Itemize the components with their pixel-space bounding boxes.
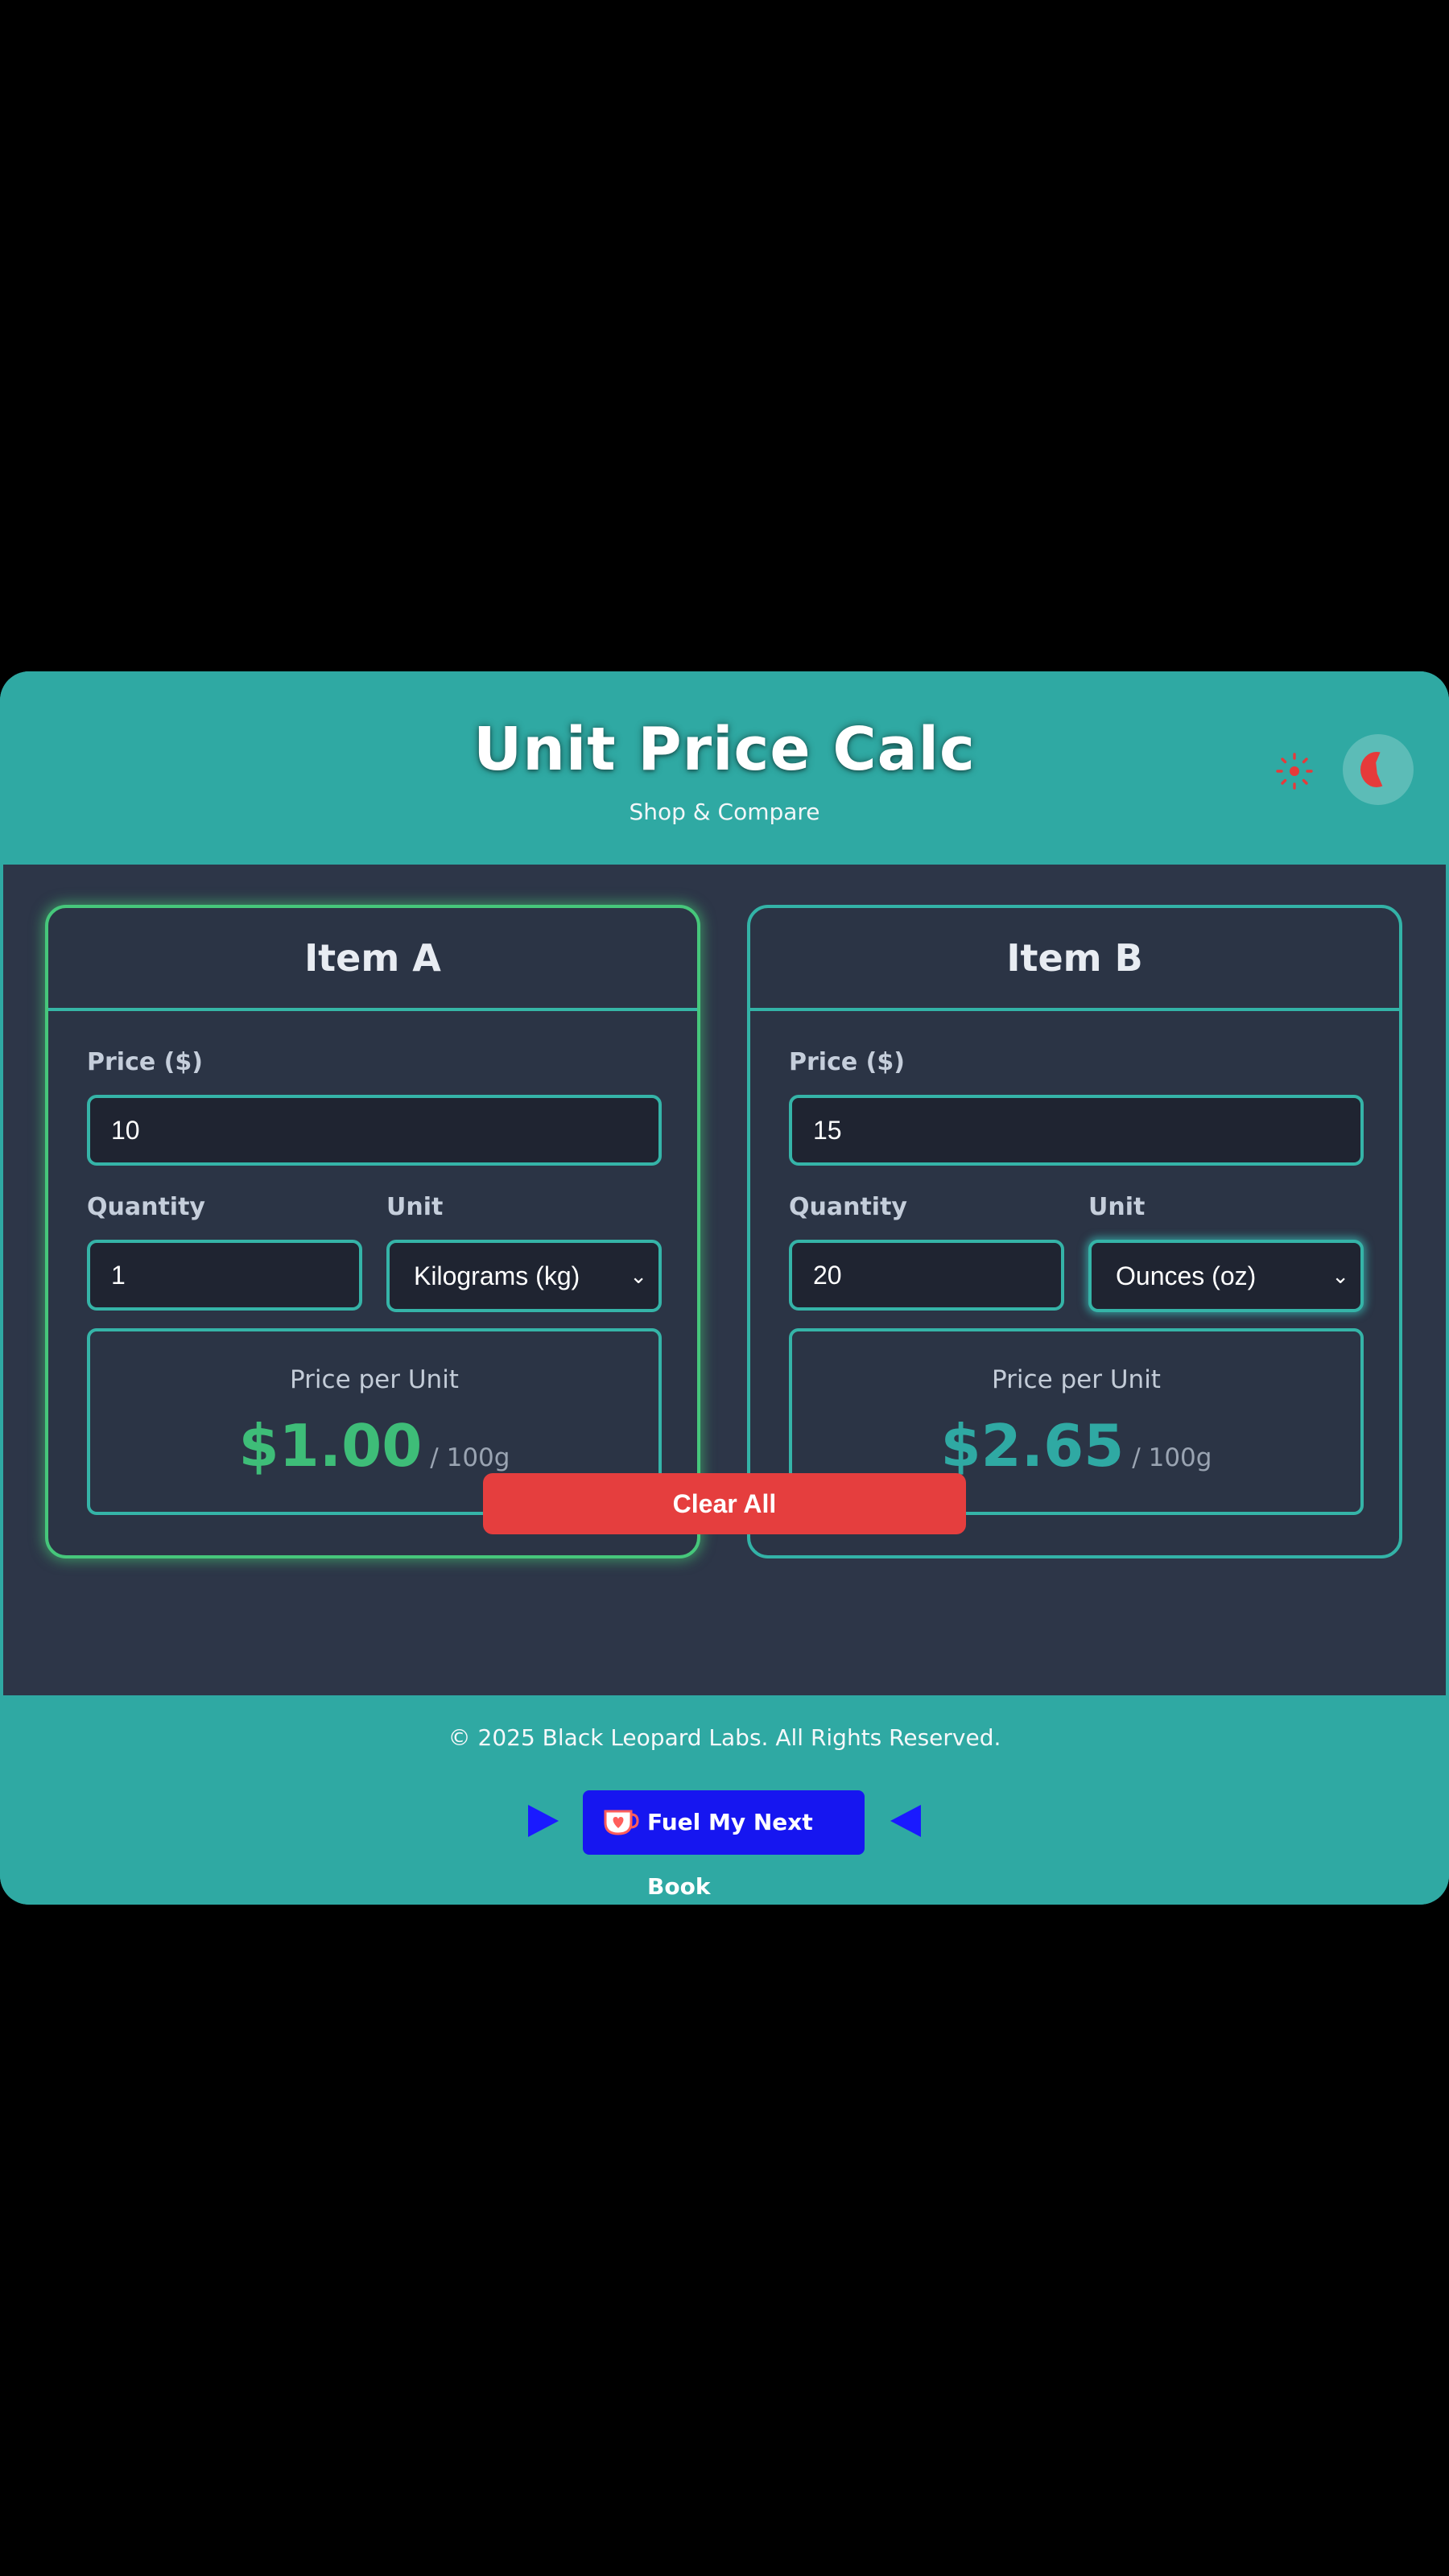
copyright-text: © 2025 Black Leopard Labs. All Rights Re…	[448, 1724, 1001, 1751]
calculator-panel: Item A Price ($) 10 Quantity 1 Unit Kilo…	[3, 865, 1446, 1695]
item-b-result: $2.65/ 100g	[792, 1412, 1360, 1480]
item-a-unit-price: $1.00	[238, 1412, 423, 1480]
fuel-my-next-book-button[interactable]: Fuel My Next Book	[583, 1790, 865, 1900]
item-b-result-label: Price per Unit	[992, 1365, 1161, 1394]
app-window: Unit Price Calc Shop & Compare Item A Pr…	[0, 671, 1449, 1905]
sun-icon[interactable]	[1274, 750, 1315, 792]
arrow-right-icon	[528, 1805, 559, 1837]
item-b-unit-suffix: / 100g	[1132, 1443, 1212, 1472]
item-b-unit-label: Unit	[1088, 1193, 1146, 1221]
item-a-result-label: Price per Unit	[290, 1365, 459, 1394]
chevron-down-icon: ⌄	[1331, 1264, 1349, 1288]
item-a-price-label: Price ($)	[87, 1048, 203, 1076]
item-a-result: $1.00/ 100g	[90, 1412, 658, 1480]
item-a-title: Item A	[48, 908, 697, 1011]
footer: © 2025 Black Leopard Labs. All Rights Re…	[0, 1695, 1449, 1905]
item-a-unit-suffix: / 100g	[430, 1443, 510, 1472]
item-b-quantity-label: Quantity	[789, 1193, 907, 1221]
item-a-quantity-value: 1	[111, 1261, 126, 1290]
chevron-down-icon: ⌄	[630, 1264, 647, 1288]
item-b-quantity-input[interactable]: 20	[789, 1240, 1064, 1311]
item-b-title: Item B	[750, 908, 1399, 1011]
item-b-unit-price: $2.65	[940, 1412, 1125, 1480]
item-a-quantity-label: Quantity	[87, 1193, 205, 1221]
page-subtitle: Shop & Compare	[629, 799, 820, 825]
item-a-unit-label: Unit	[386, 1193, 444, 1221]
item-b-unit-value: Ounces (oz)	[1116, 1261, 1257, 1290]
item-b-card: Item B Price ($) 15 Quantity 20 Unit Oun…	[747, 905, 1402, 1558]
arrow-left-icon	[890, 1805, 921, 1837]
theme-toggle-button[interactable]	[1343, 734, 1414, 805]
item-a-quantity-input[interactable]: 1	[87, 1240, 362, 1311]
item-a-price-input[interactable]: 10	[87, 1095, 662, 1166]
item-b-unit-select[interactable]: Ounces (oz) ⌄	[1088, 1240, 1364, 1312]
clear-all-button[interactable]: Clear All	[483, 1473, 966, 1534]
coffee-cup-icon	[604, 1810, 639, 1835]
item-a-unit-select[interactable]: Kilograms (kg) ⌄	[386, 1240, 662, 1312]
item-b-price-input[interactable]: 15	[789, 1095, 1364, 1166]
item-b-price-value: 15	[813, 1116, 842, 1145]
item-b-price-label: Price ($)	[789, 1048, 905, 1076]
item-a-price-value: 10	[111, 1116, 140, 1145]
header: Unit Price Calc Shop & Compare	[0, 671, 1449, 865]
page-title: Unit Price Calc	[473, 715, 976, 784]
fuel-button-label: Fuel My Next Book	[647, 1809, 813, 1900]
item-a-card: Item A Price ($) 10 Quantity 1 Unit Kilo…	[45, 905, 700, 1558]
item-b-quantity-value: 20	[813, 1261, 842, 1290]
moon-icon	[1360, 752, 1383, 787]
item-a-unit-value: Kilograms (kg)	[414, 1261, 580, 1290]
